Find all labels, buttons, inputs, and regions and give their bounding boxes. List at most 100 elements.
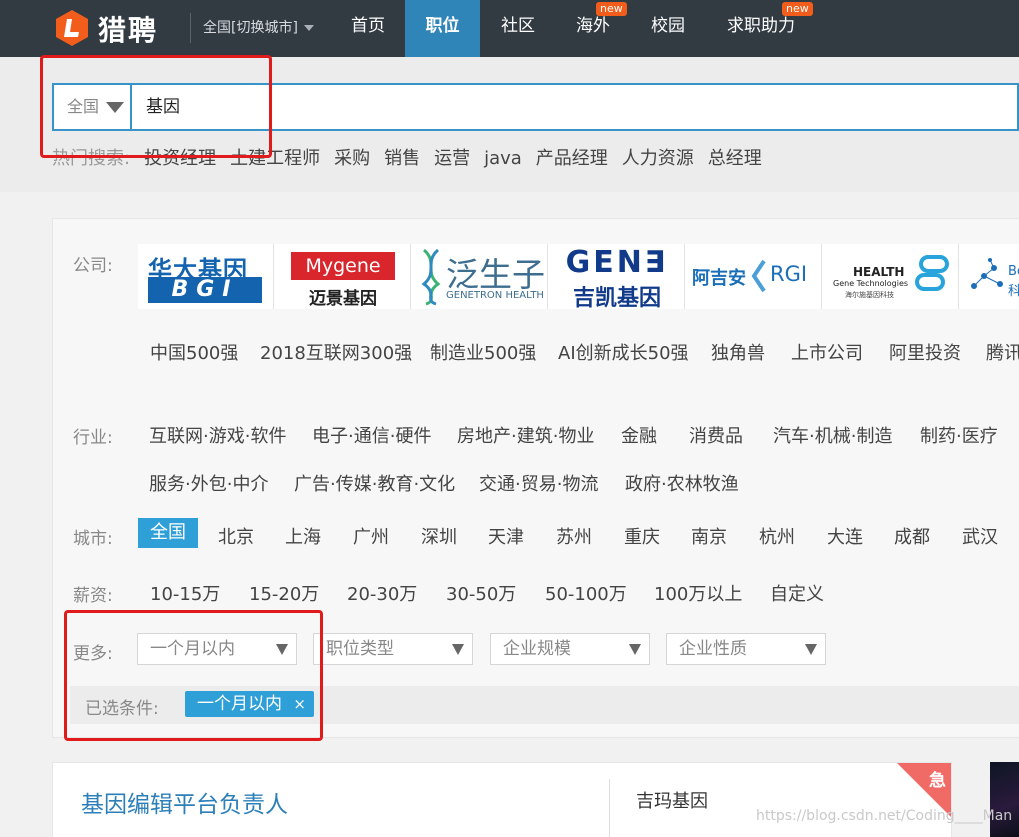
city-option[interactable]: 南京 — [691, 523, 727, 549]
city-option[interactable]: 苏州 — [556, 523, 592, 549]
company-type-option[interactable]: 腾讯 — [986, 339, 1019, 365]
industry-option[interactable]: 广告·传媒·教育·文化 — [294, 470, 455, 496]
city-option[interactable]: 天津 — [488, 523, 524, 549]
city-switch-dropdown[interactable]: 全国[切换城市] — [190, 13, 314, 43]
chevron-down-icon — [303, 25, 314, 31]
industry-option[interactable]: 金融 — [621, 422, 657, 448]
company-logo-genechem[interactable]: GEN∃ 吉凯基因 — [549, 244, 685, 309]
industry-option[interactable]: 电子·通信·硬件 — [312, 422, 431, 448]
city-option[interactable]: 广州 — [353, 523, 389, 549]
city-option[interactable]: 上海 — [285, 523, 321, 549]
company-name-link[interactable]: 吉玛基因 — [636, 787, 708, 813]
industry-option[interactable]: 交通·贸易·物流 — [479, 470, 598, 496]
industry-option[interactable]: 汽车·机械·制造 — [773, 422, 892, 448]
company-logo-bgi[interactable]: 华大基因 BGI — [138, 244, 274, 309]
industry-option[interactable]: 制药·医疗 — [920, 422, 998, 448]
side-ad-thumbnail[interactable] — [990, 762, 1019, 837]
city-option-selected[interactable]: 全国 — [138, 518, 198, 548]
job-type-select[interactable]: 职位类型 — [313, 633, 473, 665]
search-input[interactable] — [146, 85, 1006, 129]
job-title-link[interactable]: 基因编辑平台负责人 — [81, 785, 288, 819]
top-navbar: 猎聘 全国[切换城市] 首页 职位 社区 海外 new 校园 求职助力 new — [0, 0, 1019, 57]
company-nature-select[interactable]: 企业性质 — [666, 633, 826, 665]
salary-option[interactable]: 20-30万 — [347, 580, 417, 606]
rgi-logo-en: RGI — [770, 262, 808, 286]
brand-name[interactable]: 猎聘 — [98, 9, 158, 49]
health-gene-mark-icon — [915, 255, 949, 291]
company-type-option[interactable]: 中国500强 — [150, 339, 238, 365]
nav-home[interactable]: 首页 — [335, 0, 401, 57]
industry-option[interactable]: 政府·农林牧渔 — [625, 470, 739, 496]
salary-option[interactable]: 100万以上 — [654, 580, 742, 606]
industry-option[interactable]: 消费品 — [689, 422, 743, 448]
nav-home-label: 首页 — [351, 16, 385, 36]
salary-label: 薪资: — [73, 586, 113, 606]
industry-option[interactable]: 互联网·游戏·软件 — [149, 422, 286, 448]
job-card[interactable]: 基因编辑平台负责人 吉玛基因 急 — [52, 762, 952, 837]
city-option[interactable]: 重庆 — [624, 523, 660, 549]
divider — [609, 779, 610, 837]
liepin-logo-icon[interactable] — [52, 8, 92, 48]
company-type-option[interactable]: 2018互联网300强 — [260, 339, 412, 365]
company-logo-mygene[interactable]: Mygene 迈景基因 — [275, 244, 411, 309]
salary-option[interactable]: 10-15万 — [150, 580, 220, 606]
salary-option[interactable]: 自定义 — [770, 580, 824, 606]
company-logo-rgi[interactable]: 阿吉安 RGI — [686, 244, 822, 309]
genetron-logo-cn: 泛生子 — [446, 255, 545, 294]
company-type-option[interactable]: AI创新成长50强 — [558, 339, 689, 365]
company-type-option[interactable]: 独角兽 — [711, 339, 765, 365]
rgi-swirl-icon — [751, 259, 766, 293]
city-option[interactable]: 深圳 — [421, 523, 457, 549]
company-nature-value: 企业性质 — [679, 639, 747, 659]
company-type-option[interactable]: 制造业500强 — [430, 339, 536, 365]
company-size-value: 企业规模 — [503, 639, 571, 659]
city-option[interactable]: 北京 — [218, 523, 254, 549]
genechem-logo-en: GEN∃ — [565, 245, 669, 280]
job-type-value: 职位类型 — [326, 639, 394, 659]
urgent-text: 急 — [929, 771, 946, 791]
city-switch-label: 全国[切换城市] — [203, 20, 298, 36]
city-option[interactable]: 武汉 — [962, 523, 998, 549]
partial-logo-en: Be — [1008, 264, 1019, 279]
nav-campus[interactable]: 校园 — [635, 0, 701, 57]
salary-option[interactable]: 15-20万 — [249, 580, 319, 606]
hot-search-item[interactable]: 产品经理 — [536, 148, 608, 169]
health-logo-sub: Gene Technologies — [833, 279, 909, 288]
company-logo-partial[interactable]: Be 科 — [960, 244, 1019, 309]
city-option[interactable]: 成都 — [894, 523, 930, 549]
new-badge: new — [596, 2, 627, 16]
company-type-option[interactable]: 上市公司 — [791, 339, 863, 365]
company-type-option[interactable]: 阿里投资 — [889, 339, 961, 365]
triangle-down-icon — [805, 644, 817, 655]
nav-overseas-label: 海外 — [576, 16, 610, 36]
hot-search-item[interactable]: 总经理 — [708, 148, 762, 169]
new-badge: new — [782, 2, 813, 16]
city-option[interactable]: 大连 — [827, 523, 863, 549]
industry-option[interactable]: 服务·外包·中介 — [149, 470, 268, 496]
genetron-logo-en: GENETRON HEALTH — [446, 290, 544, 301]
hot-search-item[interactable]: java — [484, 148, 522, 169]
watermark: https://blog.csdn.net/Coding____Man — [756, 808, 1013, 824]
company-logo-genetron[interactable]: 泛生子 GENETRON HEALTH — [412, 244, 548, 309]
company-logo-health-gene[interactable]: HEALTH Gene Technologies 海尔施基因科技 — [823, 244, 959, 309]
salary-option[interactable]: 30-50万 — [446, 580, 516, 606]
bgi-logo-en: BGI — [148, 277, 262, 303]
hot-search-item[interactable]: 运营 — [434, 148, 470, 169]
hot-search-item[interactable]: 人力资源 — [622, 148, 694, 169]
salary-option[interactable]: 50-100万 — [545, 580, 627, 606]
industry-option[interactable]: 房地产·建筑·物业 — [457, 422, 594, 448]
mygene-logo-cn: 迈景基因 — [309, 289, 377, 309]
nav-community[interactable]: 社区 — [485, 0, 551, 57]
city-option[interactable]: 杭州 — [759, 523, 795, 549]
mygene-logo-en: Mygene — [291, 252, 395, 280]
nav-community-label: 社区 — [501, 16, 535, 36]
triangle-down-icon — [452, 644, 464, 655]
company-size-select[interactable]: 企业规模 — [490, 633, 650, 665]
dna-helix-icon — [421, 248, 441, 306]
hot-search-item[interactable]: 采购 — [334, 148, 370, 169]
rgi-logo-cn: 阿吉安 — [692, 268, 746, 289]
hot-search-item[interactable]: 销售 — [384, 148, 420, 169]
nav-jobs[interactable]: 职位 — [405, 0, 480, 57]
annotation-box — [40, 55, 272, 158]
city-label: 城市: — [73, 529, 113, 549]
